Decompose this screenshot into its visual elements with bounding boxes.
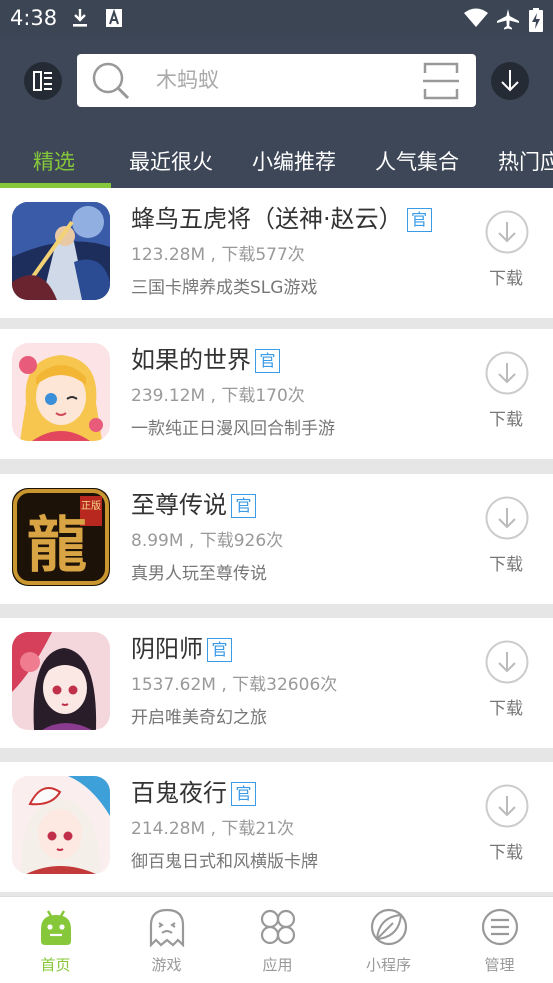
notification-a-icon [106,8,122,27]
airplane-mode-icon [497,9,519,30]
download-button[interactable]: 下载 [489,842,523,864]
nav-mini-programs[interactable]: 小程序 [333,897,444,983]
download-status-icon [73,9,87,27]
ghost-icon [149,908,185,947]
app-title[interactable]: 蜂鸟五虎将（送神·赵云）官 [131,204,432,234]
battery-charging-icon [529,8,543,32]
bottom-navigation: 首页 游戏 应用 小程序 管理 [0,896,553,983]
official-badge: 官 [231,494,256,518]
nav-manage[interactable]: 管理 [444,897,553,983]
list-item[interactable]: 百鬼夜行官 214.28M , 下载21次 御百鬼日式和风横版卡牌 下载 [0,762,553,892]
app-size-downloads: 214.28M , 下载21次 [131,819,294,839]
app-size-downloads: 123.28M , 下载577次 [131,245,305,265]
nav-apps[interactable]: 应用 [222,897,333,983]
nav-home[interactable]: 首页 [0,897,111,983]
download-button[interactable]: 下载 [489,268,523,290]
leaf-icon [370,908,408,946]
app-description: 三国卡牌养成类SLG游戏 [131,278,318,298]
nav-apps-label: 应用 [262,956,293,974]
app-title[interactable]: 如果的世界官 [131,345,280,375]
download-icon[interactable] [485,784,529,828]
app-icon[interactable] [12,343,110,441]
icon-dragon-text: 龍 [27,511,87,581]
app-description: 真男人玩至尊传说 [131,564,267,584]
android-robot-icon [41,910,71,945]
tab-featured[interactable]: 精选 [33,144,75,180]
grid-list-icon [33,71,52,91]
app-description: 开启唯美奇幻之旅 [131,708,267,728]
tab-popular[interactable]: 人气集合 [375,144,459,180]
scan-icon[interactable] [423,62,459,100]
app-list: 蜂鸟五虎将（送神·赵云）官 123.28M , 下载577次 三国卡牌养成类SL… [0,188,553,896]
status-bar: 4:38 [0,0,553,37]
app-size-downloads: 8.99M , 下载926次 [131,531,284,551]
app-title[interactable]: 阴阳师官 [131,634,232,664]
app-size-downloads: 1537.62M , 下载32606次 [131,675,338,695]
app-header: 木蚂蚁 精选 最近很火 小编推荐 人气集合 热门应 [0,37,553,188]
tab-trending[interactable]: 最近很火 [129,144,213,180]
download-icon[interactable] [485,351,529,395]
download-icon[interactable] [485,210,529,254]
download-button[interactable]: 下载 [489,554,523,576]
app-icon[interactable] [12,202,110,300]
nav-home-label: 首页 [40,956,71,974]
app-title[interactable]: 百鬼夜行官 [131,778,256,808]
nav-mini-programs-label: 小程序 [365,956,411,974]
download-manager-button[interactable] [491,62,529,100]
download-arrow-icon [501,70,519,92]
app-icon[interactable] [12,776,110,874]
category-menu-button[interactable] [24,62,62,100]
list-item[interactable]: 正版 龍 至尊传说官 8.99M , 下载926次 真男人玩至尊传说 下载 [0,474,553,604]
tab-editors-picks[interactable]: 小编推荐 [252,144,336,180]
app-description: 御百鬼日式和风横版卡牌 [131,852,318,872]
download-icon[interactable] [485,640,529,684]
list-item[interactable]: 如果的世界官 239.12M , 下载170次 一款纯正日漫风回合制手游 下载 [0,329,553,459]
app-icon[interactable] [12,632,110,730]
app-size-downloads: 239.12M , 下载170次 [131,386,305,406]
menu-lines-icon [481,908,519,946]
download-button[interactable]: 下载 [489,409,523,431]
list-item[interactable]: 蜂鸟五虎将（送神·赵云）官 123.28M , 下载577次 三国卡牌养成类SL… [0,188,553,318]
search-icon [92,62,130,100]
download-button[interactable]: 下载 [489,698,523,720]
app-icon[interactable]: 正版 龍 [12,488,110,586]
official-badge: 官 [255,349,280,373]
app-title[interactable]: 至尊传说官 [131,490,256,520]
nav-manage-label: 管理 [484,956,515,974]
official-badge: 官 [231,782,256,806]
official-badge: 官 [207,638,232,662]
download-icon[interactable] [485,496,529,540]
search-box[interactable]: 木蚂蚁 [77,54,476,107]
nav-games[interactable]: 游戏 [111,897,222,983]
nav-games-label: 游戏 [151,956,182,974]
official-badge: 官 [406,208,432,232]
list-item[interactable]: 阴阳师官 1537.62M , 下载32606次 开启唯美奇幻之旅 下载 [0,618,553,748]
tab-hot-apps[interactable]: 热门应 [498,144,553,180]
app-description: 一款纯正日漫风回合制手游 [131,419,335,439]
search-placeholder[interactable]: 木蚂蚁 [156,67,219,94]
wifi-icon [464,8,488,27]
status-time: 4:38 [10,6,58,30]
four-circles-icon [260,909,296,945]
